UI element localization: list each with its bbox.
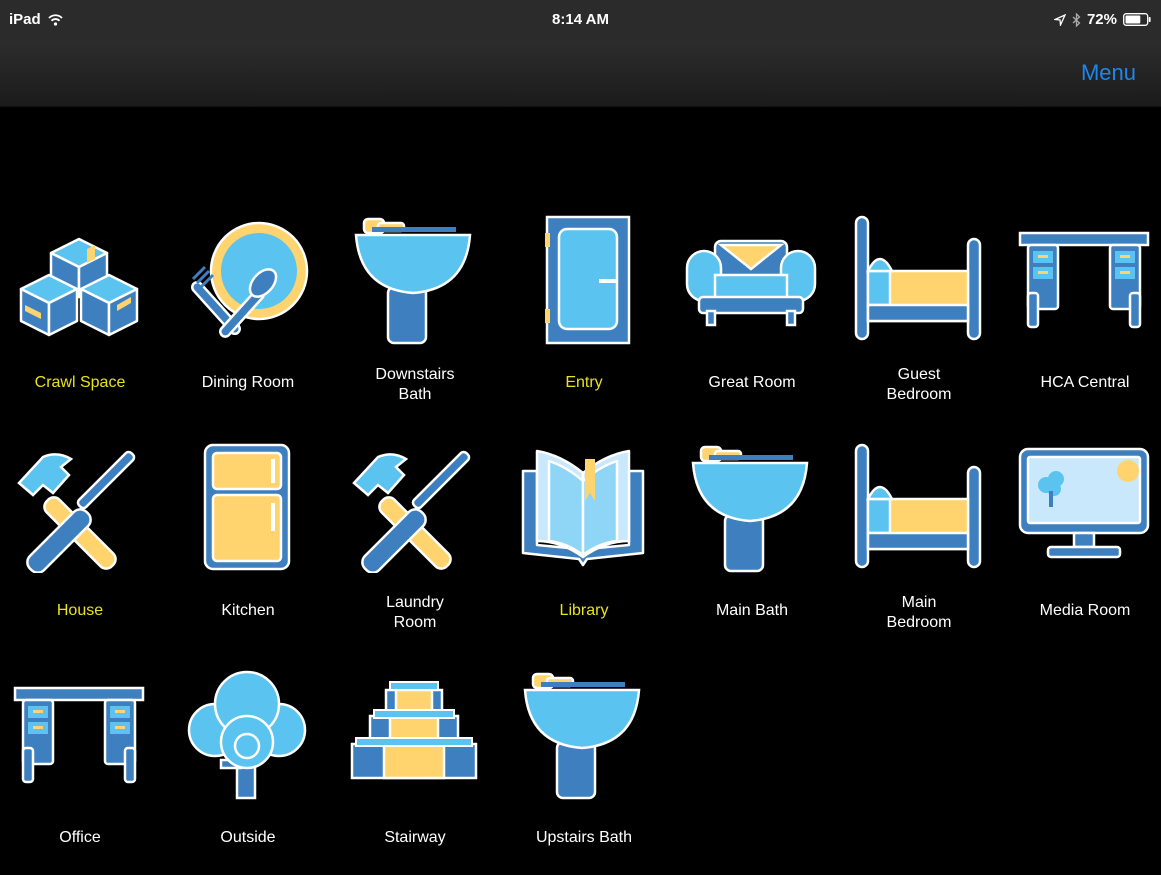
boxes-icon [13,213,145,345]
room-label: Upstairs Bath [535,829,633,846]
status-right: 72% [1053,11,1151,28]
menu-button[interactable]: Menu [1081,60,1136,86]
room-label: Great Room [708,374,796,391]
bluetooth-icon [1072,12,1081,27]
tools-icon [348,441,480,573]
room-tile-downstairs-bath[interactable]: Downstairs Bath [339,213,506,433]
room-label: House [56,602,104,619]
room-tile-house[interactable]: House [4,441,171,661]
book-icon [517,441,649,573]
navigation-bar: Menu [0,40,1161,107]
room-label: Library [559,602,609,619]
room-tile-laundry-room[interactable]: Laundry Room [339,441,506,661]
room-label: Entry [565,374,603,391]
room-label: Office [59,829,101,846]
room-tile-great-room[interactable]: Great Room [676,213,843,433]
room-tile-dining-room[interactable]: Dining Room [172,213,339,433]
room-tile-entry[interactable]: Entry [508,213,675,433]
room-label: Main Bath [715,602,789,619]
tools-icon [13,441,145,573]
door-icon [517,213,649,345]
armchair-icon [685,213,817,345]
tree-icon [181,668,313,800]
room-label: Guest Bedroom [886,366,952,403]
room-tile-library[interactable]: Library [508,441,675,661]
room-tile-kitchen[interactable]: Kitchen [172,441,339,661]
refrigerator-icon [181,441,313,573]
room-label: Stairway [384,829,446,846]
room-tile-upstairs-bath[interactable]: Upstairs Bath [508,668,675,875]
location-arrow-icon [1053,13,1066,26]
battery-icon [1123,13,1151,26]
sink-icon [685,441,817,573]
room-label: HCA Central [1040,374,1130,391]
desk-icon [1018,213,1150,345]
room-tile-outside[interactable]: Outside [172,668,339,875]
sink-icon [348,213,480,345]
room-label: Downstairs Bath [375,366,455,403]
bed-icon [852,441,984,573]
monitor-icon [1018,441,1150,573]
room-label: Kitchen [221,602,275,619]
room-tile-guest-bedroom[interactable]: Guest Bedroom [843,213,1010,433]
desk-icon [13,668,145,800]
plate-utensils-icon [181,213,313,345]
battery-percent: 72% [1086,11,1117,28]
room-label: Crawl Space [34,374,126,391]
bed-icon [852,213,984,345]
room-label: Media Room [1039,602,1131,619]
room-tile-media-room[interactable]: Media Room [1009,441,1161,661]
sink-icon [517,668,649,800]
room-tile-main-bedroom[interactable]: Main Bedroom [843,441,1010,661]
room-tile-main-bath[interactable]: Main Bath [676,441,843,661]
stairs-icon [348,668,480,800]
room-tile-hca-central[interactable]: HCA Central [1009,213,1161,433]
room-label: Laundry Room [386,594,444,631]
room-label: Outside [220,829,276,846]
room-label: Dining Room [201,374,295,391]
room-tile-crawl-space[interactable]: Crawl Space [4,213,171,433]
room-tile-stairway[interactable]: Stairway [339,668,506,875]
status-time: 8:14 AM [552,11,609,28]
room-tile-office[interactable]: Office [4,668,171,875]
status-bar: iPad 8:14 AM 72% [0,0,1161,40]
room-label: Main Bedroom [886,594,952,631]
